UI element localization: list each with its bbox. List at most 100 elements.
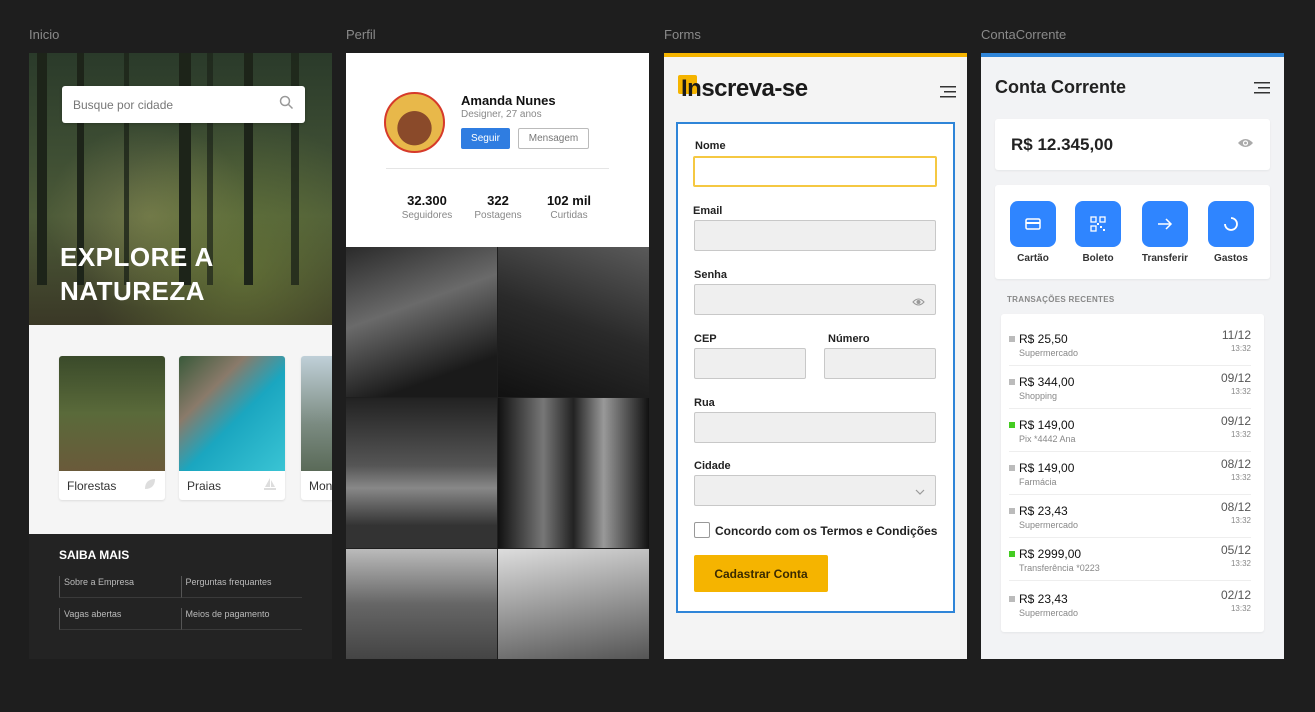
transaction-desc: Farmácia [1019, 477, 1057, 487]
profile-header: Amanda Nunes Designer, 27 anos Seguir Me… [346, 53, 649, 247]
forest-image [59, 356, 165, 471]
card-florestas[interactable]: Florestas [59, 356, 165, 500]
divider [386, 168, 609, 169]
email-field[interactable] [694, 220, 936, 251]
page-title: Conta Corrente [995, 77, 1127, 97]
page-title: Inscreva-se [681, 75, 808, 102]
photo-forest[interactable] [498, 398, 649, 548]
footer-link[interactable]: Perguntas frequantes [180, 576, 302, 598]
senha-field[interactable] [694, 284, 936, 315]
hero-title: EXPLORE A NATUREZA [60, 240, 260, 308]
transaction-row[interactable]: R$ 149,00 Pix *4442 Ana 09/12 13:32 [1009, 412, 1251, 452]
menu-icon[interactable] [940, 85, 956, 104]
message-button[interactable]: Mensagem [518, 128, 589, 149]
terms-label[interactable]: Concordo com os Termos e Condições [715, 524, 937, 538]
action-label: Transferir [1141, 253, 1189, 264]
card-praias[interactable]: Praias [179, 356, 285, 500]
cidade-select[interactable] [694, 475, 936, 506]
stat-value: 102 mil [546, 193, 592, 208]
avatar [384, 92, 445, 153]
transaction-row[interactable]: R$ 23,43 Supermercado 02/12 13:32 [1009, 586, 1251, 626]
nome-field[interactable] [693, 156, 937, 187]
footer-link[interactable]: Meios de pagamento [180, 608, 302, 630]
stat-label: Seguidores [401, 210, 453, 221]
eye-icon[interactable] [1237, 136, 1254, 154]
transaction-row[interactable]: R$ 25,50 Supermercado 11/12 13:32 [1009, 326, 1251, 366]
stat-seguidores: 32.300 Seguidores [392, 193, 462, 221]
search-input[interactable]: Busque por cidade [62, 86, 305, 123]
hero-image: Busque por cidade EXPLORE A NATUREZA [29, 53, 332, 325]
transaction-amount: R$ 23,43 [1019, 504, 1068, 518]
action-boleto[interactable]: Boleto [1068, 201, 1128, 264]
photo-coast[interactable] [346, 549, 497, 659]
photo-valley[interactable] [498, 549, 649, 659]
transaction-row[interactable]: R$ 2999,00 Transferência *0223 05/12 13:… [1009, 541, 1251, 581]
transaction-time: 13:32 [1230, 387, 1251, 396]
card-label: Florestas [67, 478, 117, 493]
search-icon[interactable] [279, 95, 294, 115]
transaction-status-icon [1009, 465, 1015, 471]
label-cep: CEP [694, 333, 717, 345]
transaction-row[interactable]: R$ 23,43 Supermercado 08/12 13:32 [1009, 498, 1251, 538]
hero-title-line-2: NATUREZA [60, 276, 206, 306]
photo-buildings[interactable] [498, 247, 649, 397]
action-gastos[interactable]: Gastos [1201, 201, 1261, 264]
transaction-amount: R$ 149,00 [1019, 418, 1075, 432]
profile-subtitle: Designer, 27 anos [461, 109, 542, 120]
transaction-desc: Supermercado [1019, 520, 1079, 530]
pie-icon [1208, 201, 1254, 247]
photo-street[interactable] [346, 247, 497, 397]
frame-inicio: Busque por cidade EXPLORE A NATUREZA Flo… [29, 53, 332, 659]
action-cartao[interactable]: Cartão [1003, 201, 1063, 264]
action-label: Boleto [1082, 253, 1114, 264]
transaction-date: 08/12 [1220, 457, 1251, 471]
transaction-row[interactable]: R$ 344,00 Shopping 09/12 13:32 [1009, 369, 1251, 409]
card-label: Mon [309, 478, 332, 493]
menu-icon[interactable] [1254, 81, 1270, 100]
label-numero: Número [828, 333, 870, 345]
rua-field[interactable] [694, 412, 936, 443]
eye-icon[interactable] [912, 294, 925, 312]
transaction-desc: Pix *4442 Ana [1019, 434, 1076, 444]
numero-field[interactable] [824, 348, 936, 379]
mountain-image [301, 356, 332, 471]
chevron-down-icon [915, 486, 925, 498]
hero-title-line-1: EXPLORE A [60, 242, 214, 272]
footer: SAIBA MAIS Sobre a Empresa Perguntas fre… [29, 534, 332, 659]
frame-forms: Inscreva-se Nome Email Senha CEP Número … [664, 53, 967, 659]
stat-curtidas: 102 mil Curtidas [534, 193, 604, 221]
leaf-icon [143, 477, 157, 494]
footer-link[interactable]: Vagas abertas [59, 608, 181, 630]
signup-form: Nome Email Senha CEP Número Rua Cidade C… [676, 122, 955, 613]
label-email: Email [693, 205, 723, 217]
transaction-amount: R$ 2999,00 [1019, 547, 1082, 561]
balance-amount: R$ 12.345,00 [1011, 134, 1114, 154]
transaction-row[interactable]: R$ 149,00 Farmácia 08/12 13:32 [1009, 455, 1251, 495]
card-montanhas[interactable]: Mon [301, 356, 332, 500]
transaction-status-icon [1009, 596, 1015, 602]
transaction-time: 13:32 [1230, 559, 1251, 568]
frame-conta-corrente: Conta Corrente R$ 12.345,00 Cartão Bolet… [981, 53, 1284, 659]
cep-field[interactable] [694, 348, 806, 379]
frame-label-forms: Forms [664, 27, 701, 42]
transaction-desc: Shopping [1019, 391, 1058, 401]
transaction-status-icon [1009, 422, 1015, 428]
beach-image [179, 356, 285, 471]
footer-link[interactable]: Sobre a Empresa [59, 576, 181, 598]
transaction-date: 08/12 [1220, 500, 1251, 514]
transaction-time: 13:32 [1230, 473, 1251, 482]
sailboat-icon [263, 477, 277, 494]
submit-button[interactable]: Cadastrar Conta [694, 555, 828, 592]
terms-checkbox[interactable] [694, 522, 710, 538]
label-rua: Rua [694, 397, 715, 409]
transactions-list: R$ 25,50 Supermercado 11/12 13:32 R$ 344… [1001, 314, 1264, 632]
frame-label-conta: ContaCorrente [981, 27, 1067, 42]
transaction-amount: R$ 344,00 [1019, 375, 1075, 389]
barcode-icon [1075, 201, 1121, 247]
action-transferir[interactable]: Transferir [1135, 201, 1195, 264]
transaction-desc: Supermercado [1019, 348, 1079, 358]
transaction-amount: R$ 23,43 [1019, 592, 1068, 606]
photo-mountain-night[interactable] [346, 398, 497, 548]
arrow-right-icon [1142, 201, 1188, 247]
follow-button[interactable]: Seguir [461, 128, 510, 149]
